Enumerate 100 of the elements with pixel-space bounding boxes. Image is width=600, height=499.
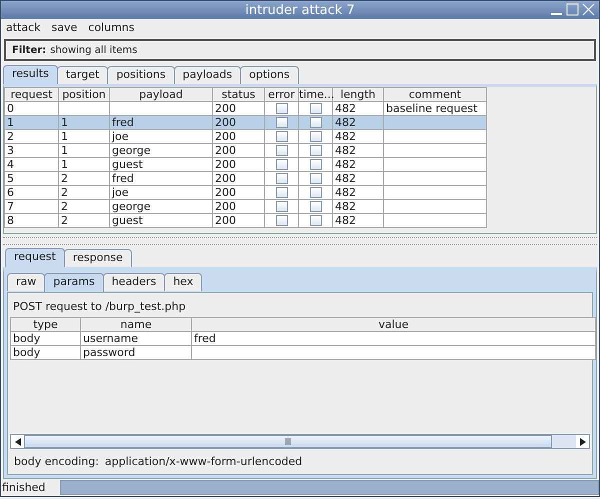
table-cell: joe: [110, 186, 212, 200]
table-cell: 482: [332, 116, 384, 130]
result-row[interactable]: 1 1 fred 200 482: [4, 116, 486, 130]
checkbox[interactable]: [276, 159, 288, 170]
table-cell: guest: [110, 158, 212, 172]
table-cell: joe: [110, 130, 212, 144]
table-cell: 200: [212, 116, 264, 130]
column-header[interactable]: type: [10, 318, 80, 332]
column-header[interactable]: request: [4, 88, 58, 102]
table-cell: 482: [332, 172, 384, 186]
table-cell: 4: [4, 158, 58, 172]
tab[interactable]: response: [64, 249, 132, 267]
left-arrow-icon[interactable]: [14, 438, 20, 446]
tab[interactable]: params: [44, 273, 104, 292]
column-header[interactable]: position: [58, 88, 110, 102]
encoding-value: application/x-www-form-urlencoded: [104, 455, 302, 468]
status-text: finished: [1, 481, 46, 494]
checkbox[interactable]: [310, 159, 322, 170]
checkbox[interactable]: [276, 131, 288, 142]
table-cell: password: [80, 346, 192, 360]
result-row[interactable]: 5 2 fred 200 482: [4, 172, 486, 186]
table-cell: 200: [212, 214, 264, 228]
tab[interactable]: headers: [102, 273, 166, 291]
splitter-handle[interactable]: [3, 237, 597, 245]
table-cell: 2: [4, 130, 58, 144]
checkbox[interactable]: [310, 187, 322, 198]
table-cell: 482: [332, 214, 384, 228]
checkbox[interactable]: [310, 215, 322, 226]
checkbox[interactable]: [276, 145, 288, 156]
menu-item[interactable]: attack: [6, 21, 41, 34]
result-row[interactable]: 3 1 george 200 482: [4, 144, 486, 158]
table-cell: 200: [212, 130, 264, 144]
table-cell: 6: [4, 186, 58, 200]
table-cell: 200: [212, 158, 264, 172]
result-row[interactable]: 7 2 george 200 482: [4, 200, 486, 214]
tab[interactable]: hex: [164, 273, 202, 291]
checkbox[interactable]: [276, 201, 288, 212]
table-cell: 1: [58, 158, 110, 172]
result-row[interactable]: 6 2 joe 200 482: [4, 186, 486, 200]
column-header[interactable]: status: [212, 88, 264, 102]
table-cell: 8: [4, 214, 58, 228]
table-cell: 2: [58, 214, 110, 228]
close-icon[interactable]: [582, 3, 595, 16]
column-header[interactable]: payload: [110, 88, 212, 102]
table-cell: fred: [110, 172, 212, 186]
table-cell: 7: [4, 200, 58, 214]
checkbox[interactable]: [310, 131, 322, 142]
column-header[interactable]: name: [80, 318, 192, 332]
table-cell: 2: [58, 200, 110, 214]
checkbox[interactable]: [276, 187, 288, 198]
table-cell: 2: [58, 186, 110, 200]
filter-label: Filter:: [12, 44, 46, 56]
tab[interactable]: raw: [7, 273, 46, 291]
table-cell: 482: [332, 130, 384, 144]
checkbox[interactable]: [310, 103, 322, 114]
checkbox[interactable]: [276, 103, 288, 114]
table-cell: 200: [212, 186, 264, 200]
column-header[interactable]: comment: [384, 88, 486, 102]
checkbox[interactable]: [310, 145, 322, 156]
maximize-icon[interactable]: [566, 3, 579, 16]
column-header[interactable]: length: [332, 88, 384, 102]
table-cell: george: [110, 200, 212, 214]
table-cell: 482: [332, 186, 384, 200]
column-header[interactable]: value: [192, 318, 596, 332]
tab[interactable]: results: [3, 65, 58, 84]
table-cell: 1: [58, 130, 110, 144]
table-cell: 1: [58, 116, 110, 130]
tab[interactable]: request: [5, 248, 65, 267]
result-row[interactable]: 2 1 joe 200 482: [4, 130, 486, 144]
column-header[interactable]: time...: [298, 88, 332, 102]
table-cell: 3: [4, 144, 58, 158]
menu-item[interactable]: columns: [88, 21, 135, 34]
table-cell: 5: [4, 172, 58, 186]
result-row[interactable]: 8 2 guest 200 482: [4, 214, 486, 228]
checkbox[interactable]: [276, 173, 288, 184]
table-cell: body: [10, 346, 80, 360]
table-cell: 482: [332, 144, 384, 158]
scroll-thumb[interactable]: [24, 435, 552, 448]
result-row[interactable]: 4 1 guest 200 482: [4, 158, 486, 172]
table-cell: 200: [212, 172, 264, 186]
horizontal-scrollbar[interactable]: [10, 434, 590, 449]
checkbox[interactable]: [276, 215, 288, 226]
window-title: intruder attack 7: [245, 2, 355, 18]
column-header[interactable]: error: [264, 88, 298, 102]
table-cell: guest: [110, 214, 212, 228]
tab[interactable]: options: [240, 66, 299, 84]
filter-bar[interactable]: Filter: showing all items: [4, 39, 596, 61]
menu-item[interactable]: save: [52, 21, 78, 34]
checkbox[interactable]: [276, 117, 288, 128]
table-cell: 482: [332, 158, 384, 172]
table-cell: fred: [192, 332, 596, 346]
right-arrow-icon[interactable]: [580, 438, 586, 446]
filter-text: showing all items: [50, 44, 138, 56]
request-line: POST request to /burp_test.php: [12, 299, 187, 315]
table-cell: 200: [212, 200, 264, 214]
checkbox[interactable]: [310, 173, 322, 184]
checkbox[interactable]: [310, 117, 322, 128]
table-cell: username: [80, 332, 192, 346]
checkbox[interactable]: [310, 201, 322, 212]
table-cell: body: [10, 332, 80, 346]
